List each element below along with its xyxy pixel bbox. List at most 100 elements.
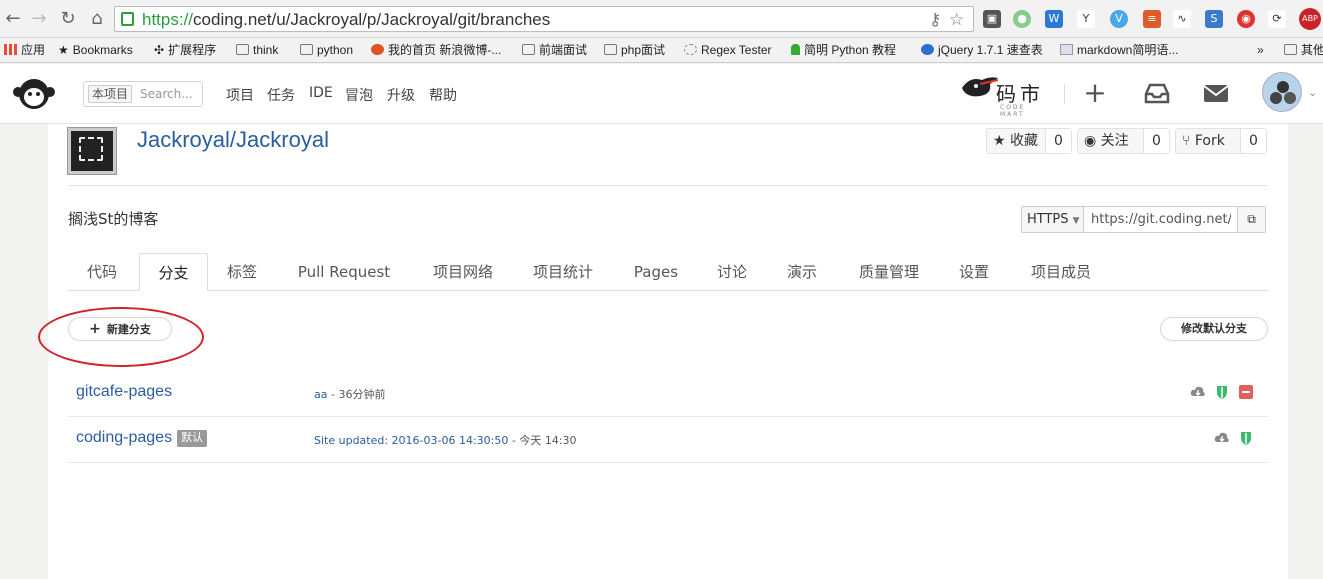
codemart-brand[interactable]: 码市 CODE MART xyxy=(960,72,1052,118)
plus-icon[interactable]: + xyxy=(1080,78,1110,108)
tab-branches[interactable]: 分支 xyxy=(139,253,208,291)
bookmark-bookmarks[interactable]: ★ Bookmarks xyxy=(58,41,133,59)
folder-icon xyxy=(522,44,535,55)
tab-network[interactable]: 项目网络 xyxy=(416,253,510,291)
mail-icon[interactable] xyxy=(1201,78,1231,108)
nav-tasks[interactable]: 任务 xyxy=(267,85,295,105)
tab-quality[interactable]: 质量管理 xyxy=(844,253,934,291)
brand-subtext: CODE MART xyxy=(1000,104,1026,118)
nav-ide[interactable]: IDE xyxy=(309,85,333,101)
project-icon xyxy=(68,128,116,174)
nav-help[interactable]: 帮助 xyxy=(429,85,457,105)
lock-icon xyxy=(121,12,134,26)
annotation-circle xyxy=(38,307,204,367)
tab-settings[interactable]: 设置 xyxy=(944,253,1004,291)
bookmark-star-icon[interactable]: ☆ xyxy=(949,10,964,30)
bookmark-jquery[interactable]: jQuery 1.7.1 速查表 xyxy=(921,41,1043,59)
nav-bubble[interactable]: 冒泡 xyxy=(345,85,373,105)
branch-commit: Site updated: 2016-03-06 14:30:50 - 今天 1… xyxy=(314,434,577,447)
clone-protocol-select[interactable]: HTTPS ▼ xyxy=(1022,207,1084,232)
tab-demo[interactable]: 演示 xyxy=(774,253,830,291)
bookmark-extensions[interactable]: ✣ 扩展程序 xyxy=(154,41,216,59)
address-bar[interactable]: https://coding.net/u/Jackroyal/p/Jackroy… xyxy=(114,6,974,32)
search-box[interactable]: 本项目 Search... xyxy=(83,81,203,107)
fork-label: Fork xyxy=(1194,133,1225,149)
nav-upgrade[interactable]: 升级 xyxy=(387,85,415,105)
extension-icon[interactable]: ▣ xyxy=(983,10,1001,28)
project-title[interactable]: Jackroyal/Jackroyal xyxy=(137,127,329,153)
coding-logo-icon[interactable] xyxy=(12,78,56,110)
bookmark-weibo[interactable]: 我的首页 新浪微博-... xyxy=(371,41,501,59)
search-scope[interactable]: 本项目 xyxy=(88,85,133,103)
forward-icon[interactable]: → xyxy=(28,7,50,31)
user-avatar[interactable] xyxy=(1262,72,1302,112)
browser-toolbar: ← → ↻ ⌂ https://coding.net/u/Jackroyal/p… xyxy=(0,0,1323,38)
download-icon[interactable] xyxy=(1214,430,1230,446)
folder-icon xyxy=(604,44,617,55)
branch-name-link[interactable]: coding-pages 默认 xyxy=(76,429,208,447)
search-input[interactable]: Search... xyxy=(140,87,193,101)
bookmark-apps[interactable]: 应用 xyxy=(4,41,45,59)
extension-icon[interactable]: ● xyxy=(1013,10,1031,28)
branch-commit: aa - 36分钟前 xyxy=(314,388,386,401)
bookmark-overflow[interactable]: » xyxy=(1257,41,1264,59)
delete-icon[interactable] xyxy=(1238,384,1254,400)
extension-icon[interactable]: W xyxy=(1045,10,1063,28)
extension-icon[interactable]: ◉ xyxy=(1237,10,1255,28)
download-icon[interactable] xyxy=(1190,384,1206,400)
tab-tags[interactable]: 标签 xyxy=(211,253,273,291)
clone-url-input[interactable]: https://git.coding.net/ xyxy=(1091,212,1231,227)
tab-stats[interactable]: 项目统计 xyxy=(518,253,608,291)
branch-row: coding-pages 默认 Site updated: 2016-03-06 … xyxy=(68,417,1268,463)
bookmark-regex[interactable]: Regex Tester xyxy=(684,41,771,59)
bookmark-frontend[interactable]: 前端面试 xyxy=(522,41,587,59)
bookmark-python[interactable]: python xyxy=(300,41,353,59)
bookmark-markdown[interactable]: markdown简明语... xyxy=(1060,41,1178,59)
bookmark-python-tutorial[interactable]: 简明 Python 教程 xyxy=(791,41,896,59)
extension-icon[interactable]: ⟳ xyxy=(1268,10,1286,28)
tab-pages[interactable]: Pages xyxy=(618,253,694,291)
extension-icon[interactable]: Y xyxy=(1077,10,1095,28)
bookmark-php[interactable]: php面试 xyxy=(604,41,665,59)
watch-count: 0 xyxy=(1143,129,1169,153)
tab-pull-request[interactable]: Pull Request xyxy=(280,253,408,291)
shield-icon[interactable] xyxy=(1238,430,1254,446)
copy-icon[interactable]: ⧉ xyxy=(1237,207,1265,232)
bookmark-think[interactable]: think xyxy=(236,41,278,59)
apps-grid-icon xyxy=(4,44,17,55)
adblock-icon[interactable]: ABP xyxy=(1299,8,1321,30)
folder-icon xyxy=(1284,44,1297,55)
key-icon[interactable]: ⚷ xyxy=(929,10,941,30)
bookmark-other[interactable]: 其他 xyxy=(1284,41,1323,59)
shield-icon[interactable] xyxy=(1214,384,1230,400)
reload-icon[interactable]: ↻ xyxy=(57,7,79,31)
url-text: https://coding.net/u/Jackroyal/p/Jackroy… xyxy=(142,10,551,29)
star-button[interactable]: ★ 收藏 0 xyxy=(986,128,1072,154)
extension-icon[interactable]: ∿ xyxy=(1173,10,1191,28)
commit-message[interactable]: aa xyxy=(314,388,327,401)
extension-icon[interactable]: S xyxy=(1205,10,1223,28)
branch-row: gitcafe-pages aa - 36分钟前 xyxy=(68,371,1268,417)
change-default-branch-button[interactable]: 修改默认分支 xyxy=(1160,317,1268,341)
back-icon[interactable]: ← xyxy=(2,7,24,31)
tab-discussion[interactable]: 讨论 xyxy=(704,253,760,291)
star-icon: ★ xyxy=(58,43,69,57)
home-icon[interactable]: ⌂ xyxy=(86,7,108,31)
watch-button[interactable]: ◉ 关注 0 xyxy=(1077,128,1170,154)
main-content: Jackroyal/Jackroyal ★ 收藏 0 ◉ 关注 0 ⑂ Fork… xyxy=(38,124,1288,579)
extension-icon[interactable]: ≡ xyxy=(1143,10,1161,28)
header-divider xyxy=(1064,84,1065,104)
tab-code[interactable]: 代码 xyxy=(68,253,136,291)
tab-members[interactable]: 项目成员 xyxy=(1016,253,1106,291)
chevron-down-icon[interactable]: ⌄ xyxy=(1308,86,1317,99)
commit-message[interactable]: Site updated: 2016-03-06 14:30:50 xyxy=(314,434,508,447)
branch-name-link[interactable]: gitcafe-pages xyxy=(76,383,172,401)
inbox-icon[interactable] xyxy=(1142,78,1172,108)
regex-icon xyxy=(684,44,697,55)
folder-icon xyxy=(300,44,313,55)
fork-button[interactable]: ⑂ Fork 0 xyxy=(1175,128,1267,154)
extension-icon[interactable]: V xyxy=(1110,10,1128,28)
puzzle-icon: ✣ xyxy=(154,43,165,57)
nav-projects[interactable]: 项目 xyxy=(226,85,254,105)
folder-icon xyxy=(236,44,249,55)
